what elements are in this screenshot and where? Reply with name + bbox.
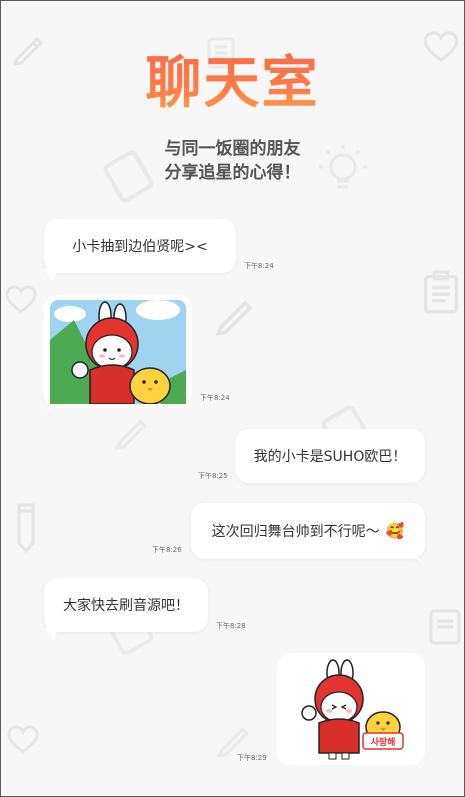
message-time: 下午8:24	[244, 262, 274, 270]
message-time: 下午8:26	[152, 546, 182, 554]
rabbit-and-chick-sign-sticker: 사랑해	[301, 659, 404, 760]
sticker-sign-text: 사랑해	[371, 736, 396, 748]
message-time: 下午8:29	[237, 754, 267, 762]
message-time: 下午8:24	[200, 394, 230, 402]
pencil-icon	[111, 411, 151, 451]
clipboard-icon	[425, 601, 464, 649]
message-text: 我的小卡是SUHO欧巴！	[253, 449, 407, 465]
page-subtitle: 与同一饭圈的朋友 分享追星的心得！	[1, 137, 464, 185]
clipboard-icon	[419, 267, 463, 317]
message-bubble[interactable]: 小卡抽到边伯贤呢><	[44, 219, 236, 273]
message-time: 下午8:28	[216, 622, 246, 630]
page-title: 聊天室	[1, 49, 464, 119]
heart-icon	[3, 281, 39, 315]
message-bubble[interactable]: 我的小卡是SUHO欧巴！	[235, 429, 425, 483]
chat-room-screen: 聊天室 与同一饭圈的朋友 分享追星的心得！ 小卡抽到边伯贤呢>< 下午8:24	[0, 0, 465, 797]
message-bubble[interactable]: 这次回归舞台帅到不行呢～ 🥰	[191, 503, 425, 559]
message-text: 小卡抽到边伯贤呢><	[72, 239, 208, 255]
message-bubble[interactable]: 大家快去刷音源吧！	[44, 578, 208, 632]
sticker-bubble[interactable]: 사랑해	[277, 653, 425, 765]
message-text: 大家快去刷音源吧！	[63, 598, 189, 614]
subtitle-line: 分享追星的心得！	[164, 163, 301, 183]
sticker-bubble[interactable]	[44, 295, 192, 408]
smiling-face-with-hearts-icon: 🥰	[385, 522, 405, 540]
pencil-icon	[211, 291, 257, 337]
rabbit-and-chick-sticker	[50, 300, 186, 404]
heart-icon	[5, 721, 41, 755]
message-text: 这次回归舞台帅到不行呢～	[211, 524, 380, 540]
pencil-icon	[11, 499, 41, 555]
message-time: 下午8:25	[198, 472, 228, 480]
subtitle-line: 与同一饭圈的朋友	[164, 139, 301, 159]
